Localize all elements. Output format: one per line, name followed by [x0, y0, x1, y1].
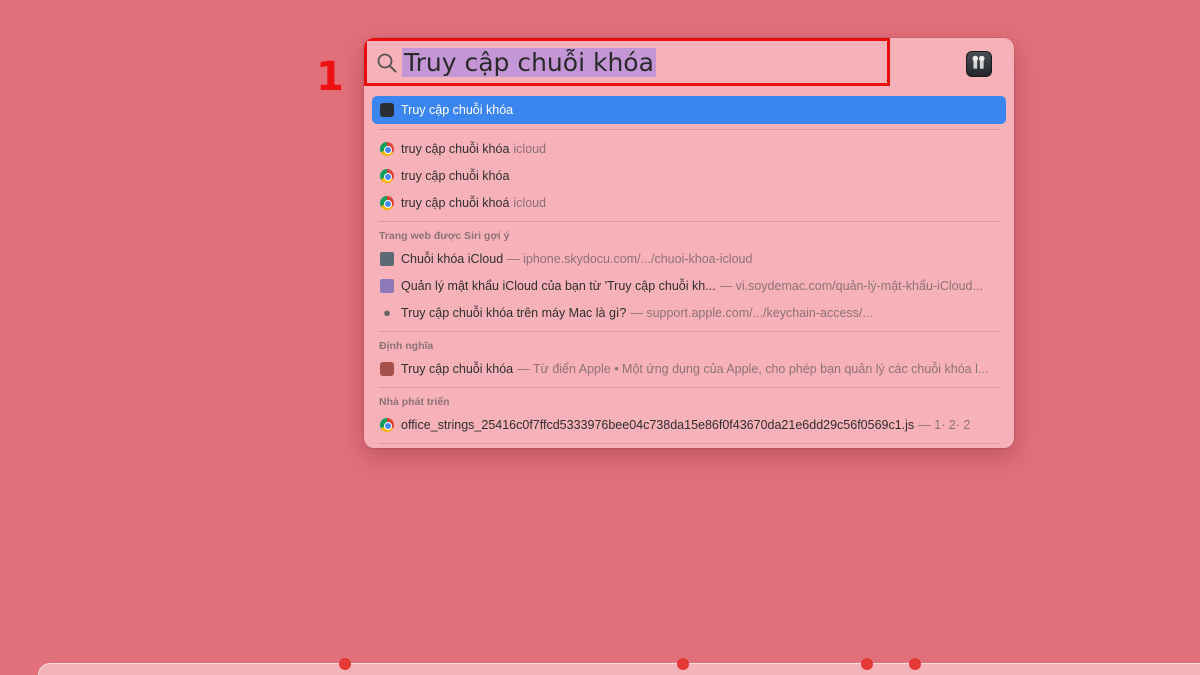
suggestion-suffix: icloud [513, 141, 547, 156]
notification-badge [861, 658, 873, 670]
search-input[interactable]: Truy cập chuỗi khóa [402, 48, 656, 78]
developer-file-row[interactable]: office_strings_25416c0f7ffcd5333976bee04… [372, 411, 1006, 438]
results-list: Truy cập chuỗi khóa truy cập chuỗi khóa … [364, 96, 1014, 448]
top-hit-row[interactable]: Truy cập chuỗi khóa [372, 96, 1006, 124]
notification-badge [677, 658, 689, 670]
chrome-icon [380, 168, 394, 183]
developer-file-name: office_strings_25416c0f7ffcd5333976bee04… [401, 417, 915, 432]
siri-website-row[interactable]: Quản lý mật khẩu iCloud của bạn từ 'Truy… [372, 272, 1006, 299]
website-title: Truy cập chuỗi khóa trên máy Mac là gì? [401, 305, 627, 320]
spotlight-window: Truy cập chuỗi khóa Truy cập chuỗi khóa … [364, 38, 1014, 448]
selected-query-text: Truy cập chuỗi khóa [402, 48, 656, 77]
suggestion-row[interactable]: truy cập chuỗi khóa icloud [372, 135, 1006, 162]
section-header-definition: Định nghĩa [379, 340, 434, 352]
dictionary-icon [380, 361, 394, 376]
definition-detail: — Từ điển Apple • Một ứng dụng của Apple… [517, 361, 989, 376]
notification-badge [339, 658, 351, 670]
divider [378, 331, 1000, 332]
suggestion-text: truy cập chuỗi khóa [401, 141, 510, 156]
webpage-thumbnail-icon [380, 278, 394, 293]
definition-row[interactable]: Truy cập chuỗi khóa — Từ điển Apple • Mộ… [372, 355, 1006, 382]
suggestion-text: truy cập chuỗi khóa [401, 168, 510, 183]
top-hit-label: Truy cập chuỗi khóa [401, 103, 514, 117]
divider [378, 443, 1000, 444]
website-title: Chuỗi khóa iCloud [401, 251, 504, 266]
divider [378, 387, 1000, 388]
suggestion-text: truy cập chuỗi khoá [401, 195, 510, 210]
notification-badge [909, 658, 921, 670]
siri-website-row[interactable]: Chuỗi khóa iCloud — iphone.skydocu.com/.… [372, 245, 1006, 272]
developer-file-detail: — 1· 2· 2 [918, 417, 971, 432]
webpage-thumbnail-icon [380, 251, 394, 266]
search-icon [377, 53, 397, 73]
suggestion-row[interactable]: truy cập chuỗi khoá icloud [372, 189, 1006, 216]
definition-title: Truy cập chuỗi khóa [401, 361, 514, 376]
section-header-siri: Trang web được Siri gợi ý [379, 230, 510, 242]
chrome-icon [380, 141, 394, 156]
website-title: Quản lý mật khẩu iCloud của bạn từ 'Truy… [401, 278, 716, 293]
dock [38, 658, 1200, 675]
website-url: — support.apple.com/.../keychain-access/… [630, 305, 873, 320]
chrome-icon [380, 417, 394, 432]
step-number-annotation: 1 [316, 54, 344, 100]
divider [378, 221, 1000, 222]
apple-logo-icon: ● [383, 305, 391, 320]
siri-website-row[interactable]: ● Truy cập chuỗi khóa trên máy Mac là gì… [372, 299, 1006, 326]
divider [378, 129, 1000, 130]
website-url: — iphone.skydocu.com/.../chuoi-khoa-iclo… [507, 251, 753, 266]
website-url: — vi.soydemac.com/quản-lý-mật-khẩu-iClou… [719, 278, 983, 293]
chrome-icon [380, 195, 394, 210]
search-bar[interactable]: Truy cập chuỗi khóa [364, 38, 1014, 88]
suggestion-suffix: icloud [513, 195, 547, 210]
section-header-developer: Nhà phát triển [379, 396, 450, 408]
suggestion-row[interactable]: truy cập chuỗi khóa [372, 162, 1006, 189]
keychain-app-icon [966, 51, 992, 77]
keychain-icon [380, 103, 394, 117]
